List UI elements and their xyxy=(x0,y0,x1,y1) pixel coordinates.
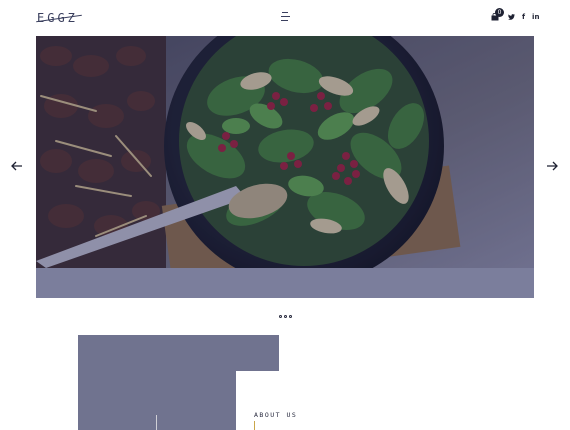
cart-button[interactable]: 0 xyxy=(491,8,504,22)
header-actions: 0 f in xyxy=(491,8,539,23)
twitter-icon[interactable] xyxy=(508,14,515,20)
slider-dots xyxy=(279,315,292,318)
about-image-block xyxy=(78,335,279,371)
about-divider-line xyxy=(156,415,157,430)
slider-dot[interactable] xyxy=(289,315,292,318)
hero-overlay xyxy=(36,36,534,268)
about-image-block-lower xyxy=(78,371,236,430)
slider-dot[interactable] xyxy=(284,315,287,318)
facebook-icon[interactable]: f xyxy=(522,12,525,22)
hero-slide xyxy=(36,36,534,268)
arrow-right-icon[interactable] xyxy=(546,160,558,172)
linkedin-icon[interactable]: in xyxy=(532,12,539,22)
arrow-left-icon[interactable] xyxy=(11,160,23,172)
cart-count-badge: 0 xyxy=(495,8,504,17)
slider-dot[interactable] xyxy=(279,315,282,318)
about-heading: ABOUT US xyxy=(254,411,298,419)
about-accent-line xyxy=(254,421,255,430)
hamburger-menu-icon[interactable] xyxy=(281,12,290,22)
hero-caption-band xyxy=(36,268,534,298)
site-header: EGGZ 0 f in xyxy=(0,0,570,36)
